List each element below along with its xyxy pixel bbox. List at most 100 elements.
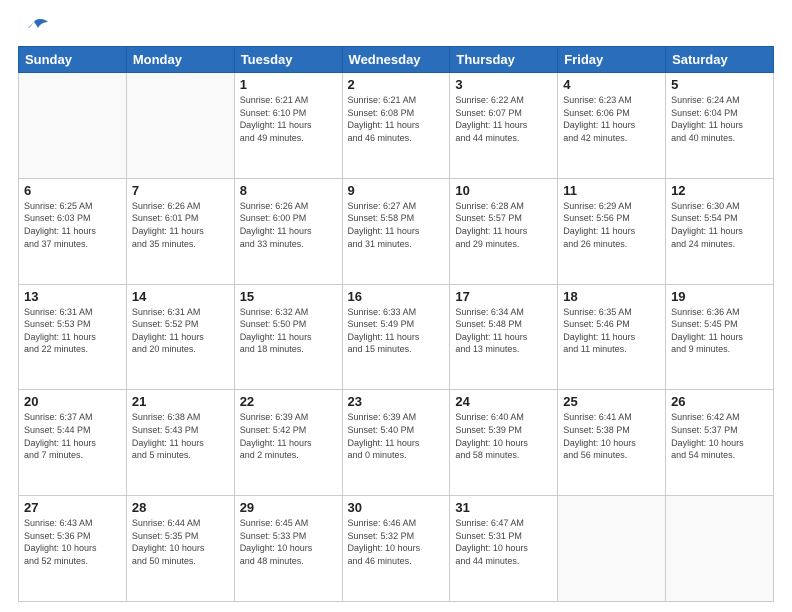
- table-row: 26 Sunrise: 6:42 AM Sunset: 5:37 PM Dayli…: [666, 390, 774, 496]
- day-number: 22: [240, 394, 337, 409]
- day-number: 23: [348, 394, 445, 409]
- day-info: Sunrise: 6:24 AM Sunset: 6:04 PM Dayligh…: [671, 94, 768, 144]
- table-row: 24 Sunrise: 6:40 AM Sunset: 5:39 PM Dayli…: [450, 390, 558, 496]
- calendar-week-row: 13 Sunrise: 6:31 AM Sunset: 5:53 PM Dayli…: [19, 284, 774, 390]
- table-row: 19 Sunrise: 6:36 AM Sunset: 5:45 PM Dayli…: [666, 284, 774, 390]
- day-number: 7: [132, 183, 229, 198]
- day-info: Sunrise: 6:36 AM Sunset: 5:45 PM Dayligh…: [671, 306, 768, 356]
- day-info: Sunrise: 6:23 AM Sunset: 6:06 PM Dayligh…: [563, 94, 660, 144]
- col-friday: Friday: [558, 47, 666, 73]
- table-row: 23Sunrise: 6:39 AM Sunset: 5:40 PM Dayli…: [342, 390, 450, 496]
- day-info: Sunrise: 6:37 AM Sunset: 5:44 PM Dayligh…: [24, 411, 121, 461]
- day-info: Sunrise: 6:38 AM Sunset: 5:43 PM Dayligh…: [132, 411, 229, 461]
- table-row: 29 Sunrise: 6:45 AM Sunset: 5:33 PM Dayli…: [234, 496, 342, 602]
- table-row: 30 Sunrise: 6:46 AM Sunset: 5:32 PM Dayli…: [342, 496, 450, 602]
- day-info: Sunrise: 6:34 AM Sunset: 5:48 PM Dayligh…: [455, 306, 552, 356]
- day-number: 15: [240, 289, 337, 304]
- day-number: 28: [132, 500, 229, 515]
- day-number: 20: [24, 394, 121, 409]
- table-row: 13 Sunrise: 6:31 AM Sunset: 5:53 PM Dayli…: [19, 284, 127, 390]
- day-info: Sunrise: 6:32 AM Sunset: 5:50 PM Dayligh…: [240, 306, 337, 356]
- page: Sunday Monday Tuesday Wednesday Thursday…: [0, 0, 792, 612]
- day-number: 26: [671, 394, 768, 409]
- table-row: 25 Sunrise: 6:41 AM Sunset: 5:38 PM Dayli…: [558, 390, 666, 496]
- day-number: 10: [455, 183, 552, 198]
- table-row: [666, 496, 774, 602]
- day-number: 19: [671, 289, 768, 304]
- day-number: 6: [24, 183, 121, 198]
- day-number: 11: [563, 183, 660, 198]
- table-row: 2 Sunrise: 6:21 AM Sunset: 6:08 PM Daylig…: [342, 73, 450, 179]
- day-info: Sunrise: 6:35 AM Sunset: 5:46 PM Dayligh…: [563, 306, 660, 356]
- day-number: 21: [132, 394, 229, 409]
- day-info: Sunrise: 6:21 AM Sunset: 6:10 PM Dayligh…: [240, 94, 337, 144]
- table-row: 17Sunrise: 6:34 AM Sunset: 5:48 PM Dayli…: [450, 284, 558, 390]
- day-info: Sunrise: 6:46 AM Sunset: 5:32 PM Dayligh…: [348, 517, 445, 567]
- day-info: Sunrise: 6:26 AM Sunset: 6:00 PM Dayligh…: [240, 200, 337, 250]
- calendar-week-row: 27Sunrise: 6:43 AM Sunset: 5:36 PM Dayli…: [19, 496, 774, 602]
- table-row: 16 Sunrise: 6:33 AM Sunset: 5:49 PM Dayli…: [342, 284, 450, 390]
- day-info: Sunrise: 6:21 AM Sunset: 6:08 PM Dayligh…: [348, 94, 445, 144]
- table-row: 7Sunrise: 6:26 AM Sunset: 6:01 PM Daylig…: [126, 178, 234, 284]
- day-info: Sunrise: 6:45 AM Sunset: 5:33 PM Dayligh…: [240, 517, 337, 567]
- day-number: 30: [348, 500, 445, 515]
- day-info: Sunrise: 6:28 AM Sunset: 5:57 PM Dayligh…: [455, 200, 552, 250]
- day-info: Sunrise: 6:33 AM Sunset: 5:49 PM Dayligh…: [348, 306, 445, 356]
- day-number: 24: [455, 394, 552, 409]
- col-wednesday: Wednesday: [342, 47, 450, 73]
- table-row: 1 Sunrise: 6:21 AM Sunset: 6:10 PM Daylig…: [234, 73, 342, 179]
- day-info: Sunrise: 6:47 AM Sunset: 5:31 PM Dayligh…: [455, 517, 552, 567]
- table-row: 21 Sunrise: 6:38 AM Sunset: 5:43 PM Dayli…: [126, 390, 234, 496]
- day-number: 4: [563, 77, 660, 92]
- table-row: 8 Sunrise: 6:26 AM Sunset: 6:00 PM Daylig…: [234, 178, 342, 284]
- logo-bird-icon: [20, 18, 48, 38]
- table-row: 10 Sunrise: 6:28 AM Sunset: 5:57 PM Dayli…: [450, 178, 558, 284]
- col-saturday: Saturday: [666, 47, 774, 73]
- day-number: 13: [24, 289, 121, 304]
- table-row: 6Sunrise: 6:25 AM Sunset: 6:03 PM Daylig…: [19, 178, 127, 284]
- day-number: 3: [455, 77, 552, 92]
- table-row: 12Sunrise: 6:30 AM Sunset: 5:54 PM Dayli…: [666, 178, 774, 284]
- day-number: 9: [348, 183, 445, 198]
- calendar-header-row: Sunday Monday Tuesday Wednesday Thursday…: [19, 47, 774, 73]
- day-number: 25: [563, 394, 660, 409]
- day-number: 31: [455, 500, 552, 515]
- table-row: 20 Sunrise: 6:37 AM Sunset: 5:44 PM Dayli…: [19, 390, 127, 496]
- day-info: Sunrise: 6:42 AM Sunset: 5:37 PM Dayligh…: [671, 411, 768, 461]
- day-number: 12: [671, 183, 768, 198]
- header: [18, 18, 774, 38]
- table-row: 9 Sunrise: 6:27 AM Sunset: 5:58 PM Daylig…: [342, 178, 450, 284]
- day-info: Sunrise: 6:22 AM Sunset: 6:07 PM Dayligh…: [455, 94, 552, 144]
- col-sunday: Sunday: [19, 47, 127, 73]
- day-number: 8: [240, 183, 337, 198]
- calendar-week-row: 1 Sunrise: 6:21 AM Sunset: 6:10 PM Daylig…: [19, 73, 774, 179]
- calendar-table: Sunday Monday Tuesday Wednesday Thursday…: [18, 46, 774, 602]
- day-number: 14: [132, 289, 229, 304]
- table-row: 11 Sunrise: 6:29 AM Sunset: 5:56 PM Dayli…: [558, 178, 666, 284]
- day-info: Sunrise: 6:31 AM Sunset: 5:53 PM Dayligh…: [24, 306, 121, 356]
- day-number: 18: [563, 289, 660, 304]
- day-info: Sunrise: 6:29 AM Sunset: 5:56 PM Dayligh…: [563, 200, 660, 250]
- table-row: 27Sunrise: 6:43 AM Sunset: 5:36 PM Dayli…: [19, 496, 127, 602]
- day-number: 1: [240, 77, 337, 92]
- table-row: [126, 73, 234, 179]
- day-info: Sunrise: 6:41 AM Sunset: 5:38 PM Dayligh…: [563, 411, 660, 461]
- col-thursday: Thursday: [450, 47, 558, 73]
- table-row: [558, 496, 666, 602]
- day-number: 29: [240, 500, 337, 515]
- day-info: Sunrise: 6:39 AM Sunset: 5:42 PM Dayligh…: [240, 411, 337, 461]
- table-row: 15 Sunrise: 6:32 AM Sunset: 5:50 PM Dayli…: [234, 284, 342, 390]
- table-row: 18 Sunrise: 6:35 AM Sunset: 5:46 PM Dayli…: [558, 284, 666, 390]
- col-tuesday: Tuesday: [234, 47, 342, 73]
- calendar-week-row: 6Sunrise: 6:25 AM Sunset: 6:03 PM Daylig…: [19, 178, 774, 284]
- day-info: Sunrise: 6:31 AM Sunset: 5:52 PM Dayligh…: [132, 306, 229, 356]
- day-info: Sunrise: 6:27 AM Sunset: 5:58 PM Dayligh…: [348, 200, 445, 250]
- logo: [18, 18, 48, 38]
- table-row: 4 Sunrise: 6:23 AM Sunset: 6:06 PM Daylig…: [558, 73, 666, 179]
- day-info: Sunrise: 6:40 AM Sunset: 5:39 PM Dayligh…: [455, 411, 552, 461]
- day-number: 27: [24, 500, 121, 515]
- day-number: 16: [348, 289, 445, 304]
- day-number: 2: [348, 77, 445, 92]
- table-row: 5Sunrise: 6:24 AM Sunset: 6:04 PM Daylig…: [666, 73, 774, 179]
- table-row: 3 Sunrise: 6:22 AM Sunset: 6:07 PM Daylig…: [450, 73, 558, 179]
